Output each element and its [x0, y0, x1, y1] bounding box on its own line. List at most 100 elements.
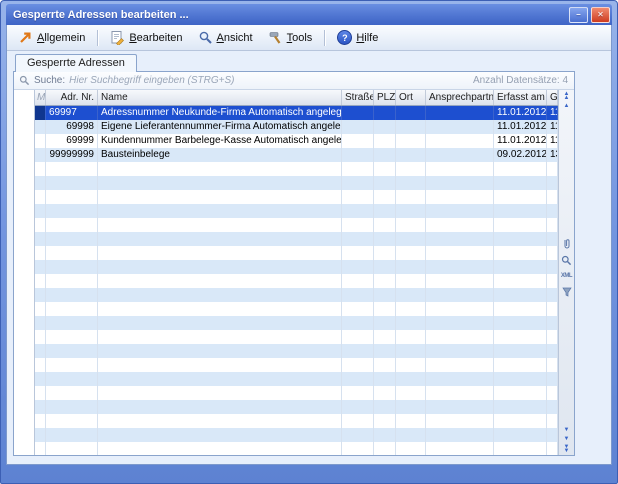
tab-gesperrte-adressen[interactable]: Gesperrte Adressen [15, 54, 137, 72]
search-label: Suche: [34, 75, 65, 86]
cell-name [98, 414, 342, 428]
scroll-top-button[interactable]: ▲▲ [564, 92, 570, 100]
cell-plz [374, 428, 396, 442]
xml-export-button[interactable]: XML [560, 270, 573, 283]
cell-strasse [342, 274, 374, 288]
column-header-ge[interactable]: Ge [547, 90, 558, 105]
cell-name: Adressnummer Neukunde-Firma Automatisch … [98, 106, 342, 120]
cell-strasse [342, 288, 374, 302]
close-button[interactable]: ✕ [591, 7, 610, 23]
cell-ansprechpartner [426, 372, 494, 386]
cell-name [98, 358, 342, 372]
cell-ort [396, 246, 426, 260]
cell-marker [35, 120, 46, 134]
cell-marker [35, 358, 46, 372]
cell-strasse [342, 372, 374, 386]
cell-plz [374, 442, 396, 455]
column-header-strasse[interactable]: Straße [342, 90, 374, 105]
cell-marker [35, 330, 46, 344]
cell-ge [547, 414, 558, 428]
cell-marker [35, 288, 46, 302]
cell-ort [396, 120, 426, 134]
cell-name [98, 288, 342, 302]
cell-plz [374, 400, 396, 414]
search-input[interactable] [69, 75, 469, 86]
cell-marker [35, 442, 46, 455]
scroll-down-button[interactable]: ▼ [564, 427, 570, 433]
cell-ort [396, 302, 426, 316]
cell-plz [374, 218, 396, 232]
cell-name [98, 302, 342, 316]
menu-allgemein-label: Allgemein [37, 32, 85, 44]
table-row-empty [35, 162, 558, 176]
edit-icon [110, 30, 125, 45]
cell-marker [35, 372, 46, 386]
cell-ansprechpartner [426, 344, 494, 358]
menu-ansicht[interactable]: Ansicht [191, 27, 260, 48]
cell-ge [547, 372, 558, 386]
hammer-icon [268, 30, 283, 45]
minimize-button[interactable]: – [569, 7, 588, 23]
window-title: Gesperrte Adressen bearbeiten ... [13, 9, 189, 21]
cell-ge [547, 302, 558, 316]
table-row[interactable]: 69999Kundennummer Barbelege-Kasse Automa… [35, 134, 558, 148]
scroll-up-button[interactable]: ▲ [564, 103, 570, 109]
filter-button[interactable] [560, 286, 573, 299]
column-header-adrnr[interactable]: Adr. Nr. [46, 90, 98, 105]
table-row[interactable]: 69997Adressnummer Neukunde-Firma Automat… [35, 106, 558, 120]
cell-ge [547, 274, 558, 288]
cell-erfasst [494, 288, 547, 302]
cell-strasse [342, 428, 374, 442]
menu-tools[interactable]: Tools [261, 27, 320, 48]
cell-ge [547, 428, 558, 442]
cell-ansprechpartner [426, 148, 494, 162]
cell-erfasst: 11.01.2012 [494, 134, 547, 148]
cell-marker [35, 260, 46, 274]
cell-strasse [342, 176, 374, 190]
cell-adrnr [46, 204, 98, 218]
content-panel: Suche: Anzahl Datensätze: 4 MAdr. Nr.Nam… [13, 71, 575, 456]
table-row-empty [35, 260, 558, 274]
cell-adrnr [46, 372, 98, 386]
scroll-bottom-button[interactable]: ▼▼ [564, 445, 570, 453]
table-row-empty [35, 204, 558, 218]
search-tool-button[interactable] [560, 254, 573, 267]
menu-bearbeiten[interactable]: Bearbeiten [103, 27, 189, 48]
cell-ort [396, 274, 426, 288]
column-header-name[interactable]: Name [98, 90, 342, 105]
menu-hilfe[interactable]: ? Hilfe [330, 27, 385, 48]
menu-allgemein[interactable]: Allgemein [11, 27, 92, 48]
cell-ansprechpartner [426, 302, 494, 316]
cell-ge: 11. [547, 106, 558, 120]
cell-ansprechpartner [426, 204, 494, 218]
table-row-empty [35, 428, 558, 442]
cell-adrnr [46, 232, 98, 246]
column-header-erfasst[interactable]: Erfasst am [494, 90, 547, 105]
table-row-empty [35, 400, 558, 414]
column-header-marker[interactable]: M [35, 90, 46, 105]
cell-erfasst [494, 428, 547, 442]
menu-ansicht-label: Ansicht [217, 32, 253, 44]
paperclip-button[interactable] [560, 238, 573, 251]
cell-erfasst [494, 302, 547, 316]
table-row[interactable]: 99999999Bausteinbelege09.02.201213. [35, 148, 558, 162]
menu-bearbeiten-label: Bearbeiten [129, 32, 182, 44]
cell-adrnr: 69998 [46, 120, 98, 134]
column-header-ort[interactable]: Ort [396, 90, 426, 105]
table-row[interactable]: 69998Eigene Lieferantennummer-Firma Auto… [35, 120, 558, 134]
table-row-empty [35, 246, 558, 260]
cell-erfasst: 11.01.2012 [494, 106, 547, 120]
cell-ge [547, 400, 558, 414]
cell-strasse [342, 330, 374, 344]
column-header-plz[interactable]: PLZ [374, 90, 396, 105]
cell-ort [396, 386, 426, 400]
cell-ge: 11. [547, 134, 558, 148]
cell-marker [35, 414, 46, 428]
grid-body: 69997Adressnummer Neukunde-Firma Automat… [35, 106, 558, 455]
cell-ansprechpartner [426, 232, 494, 246]
column-header-ansprechpartner[interactable]: Ansprechpartner [426, 90, 494, 105]
cell-erfasst [494, 246, 547, 260]
cell-erfasst [494, 414, 547, 428]
scroll-next-button[interactable]: ▼ [564, 436, 570, 442]
cell-ansprechpartner [426, 218, 494, 232]
